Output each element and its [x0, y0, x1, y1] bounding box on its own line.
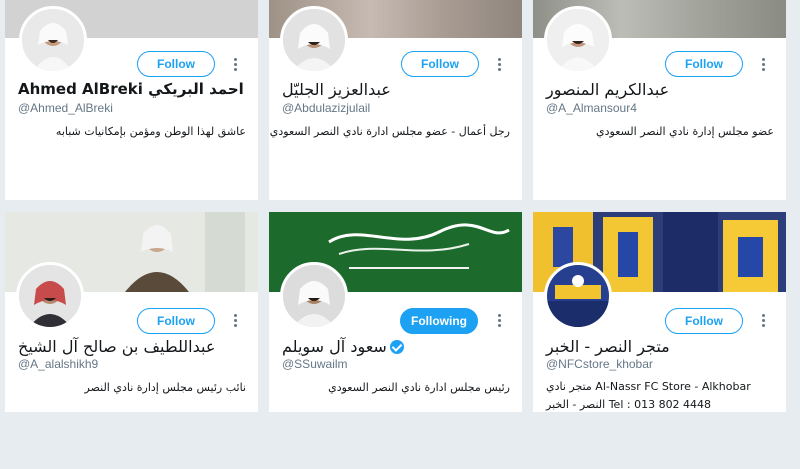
- more-options-icon[interactable]: [230, 57, 240, 73]
- account-cards-grid: Follow Ahmed AlBreki احمد البريكي @Ahmed…: [0, 0, 800, 469]
- display-name[interactable]: Ahmed AlBreki احمد البريكي: [18, 80, 244, 98]
- more-options-icon[interactable]: [758, 313, 768, 329]
- more-options-icon[interactable]: [494, 313, 504, 329]
- bio: رجل أعمال - عضو مجلس ادارة نادي النصر ال…: [269, 125, 510, 138]
- handle[interactable]: @SSuwailm: [282, 357, 348, 371]
- display-name[interactable]: متجر النصر - الخبر: [546, 337, 670, 356]
- bio: نائب رئيس مجلس إدارة نادي النصر: [84, 381, 246, 394]
- follow-button[interactable]: Follow: [401, 51, 479, 77]
- bio: عضو مجلس إدارة نادي النصر السعودي: [596, 125, 774, 138]
- account-card[interactable]: Follow Ahmed AlBreki احمد البريكي @Ahmed…: [5, 0, 258, 200]
- following-button[interactable]: Following: [400, 308, 478, 334]
- display-name-text[interactable]: سعود آل سويلم: [282, 337, 387, 356]
- avatar[interactable]: [16, 262, 84, 330]
- verified-badge-icon: [389, 340, 404, 354]
- account-card[interactable]: Follow عبدالكريم المنصور @A_Almansour4 ع…: [533, 0, 786, 200]
- account-card[interactable]: Follow عبداللطيف بن صالح آل الشيخ @A_ala…: [5, 212, 258, 412]
- account-card[interactable]: Follow عبدالعزيز الجليّل @Abdulazizjulai…: [269, 0, 522, 200]
- follow-button[interactable]: Follow: [665, 51, 743, 77]
- display-name[interactable]: عبدالعزيز الجليّل: [282, 80, 391, 99]
- handle[interactable]: @A_alalshikh9: [18, 357, 98, 371]
- avatar[interactable]: [280, 6, 348, 74]
- more-options-icon[interactable]: [494, 57, 504, 73]
- follow-button[interactable]: Follow: [665, 308, 743, 334]
- bio: متجر نادي Al-Nassr FC Store - Alkhobar: [546, 380, 751, 393]
- avatar[interactable]: [280, 262, 348, 330]
- display-name[interactable]: عبدالكريم المنصور: [546, 80, 669, 99]
- follow-button[interactable]: Follow: [137, 51, 215, 77]
- handle[interactable]: @A_Almansour4: [546, 101, 637, 115]
- more-options-icon[interactable]: [230, 313, 240, 329]
- handle[interactable]: @Ahmed_AlBreki: [18, 101, 113, 115]
- account-card[interactable]: Following سعود آل سويلم @SSuwailm رئيس م…: [269, 212, 522, 412]
- bio: عاشق لهذا الوطن ومؤمن بإمكانيات شبابه: [55, 125, 246, 138]
- bio-line-2: النصر - الخبر Tel : 013 802 4448: [546, 398, 712, 411]
- follow-button[interactable]: Follow: [137, 308, 215, 334]
- handle[interactable]: @Abdulazizjulail: [282, 101, 370, 115]
- account-card[interactable]: Follow متجر النصر - الخبر @NFCstore_khob…: [533, 212, 786, 412]
- avatar[interactable]: [19, 6, 87, 74]
- more-options-icon[interactable]: [758, 57, 768, 73]
- avatar[interactable]: [544, 6, 612, 74]
- display-name[interactable]: عبداللطيف بن صالح آل الشيخ: [18, 337, 215, 356]
- bio: رئيس مجلس ادارة نادي النصر السعودي: [328, 381, 510, 394]
- handle[interactable]: @NFCstore_khobar: [546, 357, 653, 371]
- avatar[interactable]: [544, 262, 612, 330]
- display-name[interactable]: سعود آل سويلم: [282, 337, 404, 356]
